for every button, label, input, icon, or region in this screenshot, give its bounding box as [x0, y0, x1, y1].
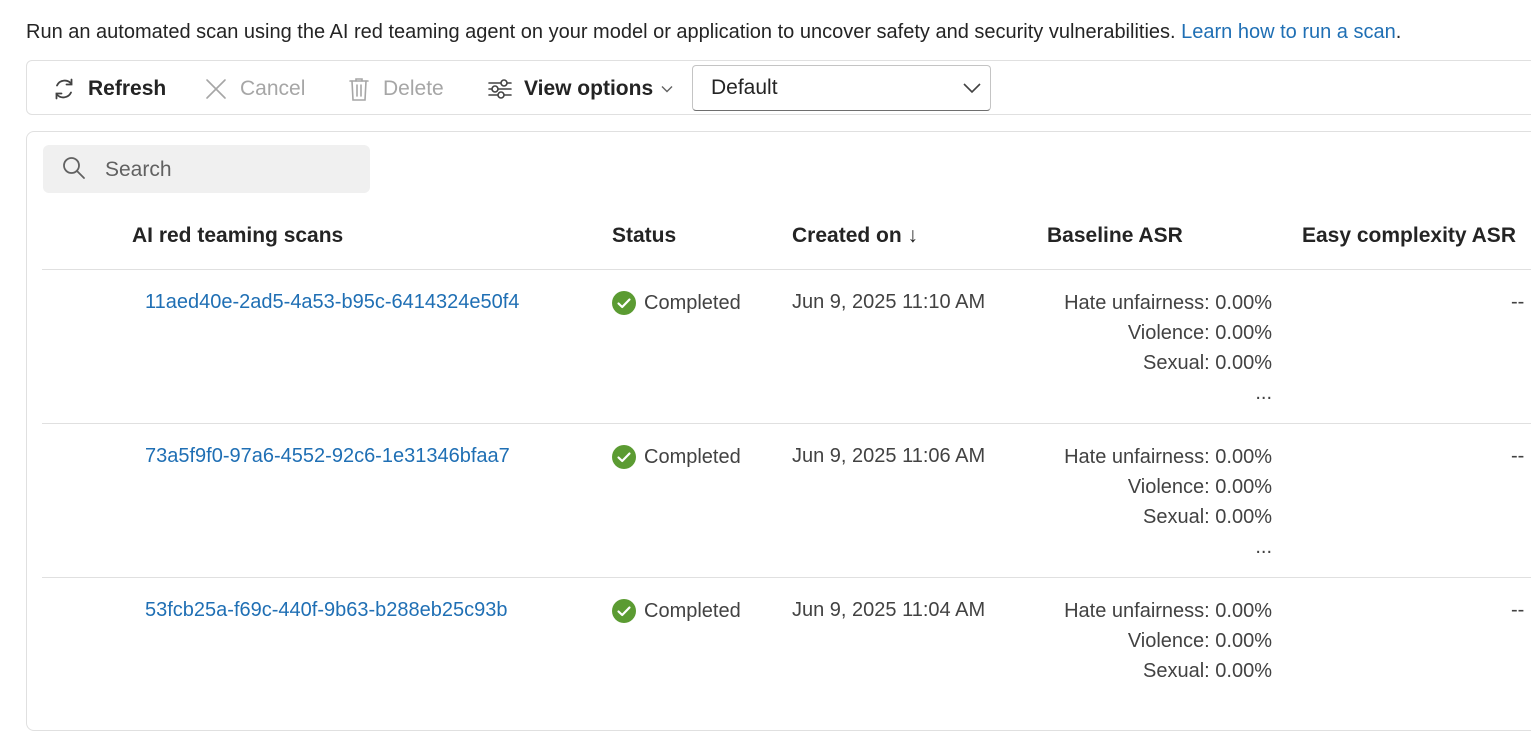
created-on-cell: Jun 9, 2025 11:10 AM [792, 291, 986, 313]
scan-name-link[interactable]: 11aed40e-2ad5-4a53-b95c-6414324e50f4 [145, 291, 519, 314]
sliders-icon [487, 76, 513, 102]
asr-more[interactable]: ... [1064, 378, 1272, 408]
asr-violence: Violence: 0.00% [1127, 630, 1272, 652]
learn-more-link[interactable]: Learn how to run a scan [1181, 21, 1396, 43]
delete-label: Delete [383, 76, 444, 100]
chevron-down-icon [962, 79, 982, 103]
column-header-name[interactable]: AI red teaming scans [132, 224, 343, 248]
view-options-button[interactable]: View options [487, 61, 673, 116]
refresh-icon [51, 76, 77, 102]
easy-asr-cell: -- [1511, 291, 1525, 313]
scan-name-link[interactable]: 53fcb25a-f69c-440f-9b63-b288eb25c93b [145, 599, 508, 622]
status-label: Completed [644, 291, 741, 314]
asr-hate-unfairness: Hate unfairness: 0.00% [1064, 292, 1272, 314]
view-select-dropdown[interactable]: Default [692, 65, 991, 111]
table-row[interactable]: 73a5f9f0-97a6-4552-92c6-1e31346bfaa7 Com… [42, 423, 1531, 578]
table-row[interactable]: 53fcb25a-f69c-440f-9b63-b288eb25c93b Com… [42, 577, 1531, 732]
scan-name-link[interactable]: 73a5f9f0-97a6-4552-92c6-1e31346bfaa7 [145, 445, 510, 468]
asr-sexual: Sexual: 0.00% [1143, 352, 1272, 374]
command-bar: Refresh Cancel Delete View options Defau… [26, 60, 1531, 115]
column-header-created[interactable]: Created on ↓ [792, 224, 918, 248]
baseline-asr-cell: Hate unfairness: 0.00% Violence: 0.00% S… [1064, 442, 1272, 562]
chevron-down-icon [661, 85, 673, 93]
asr-hate-unfairness: Hate unfairness: 0.00% [1064, 446, 1272, 468]
status-label: Completed [644, 599, 741, 622]
column-header-easy-asr[interactable]: Easy complexity ASR [1302, 224, 1516, 248]
check-circle-icon [612, 599, 636, 623]
table-row[interactable]: 11aed40e-2ad5-4a53-b95c-6414324e50f4 Com… [42, 269, 1531, 424]
status-cell: Completed [612, 291, 741, 315]
view-options-label: View options [524, 76, 654, 100]
column-header-status[interactable]: Status [612, 224, 676, 248]
check-circle-icon [612, 291, 636, 315]
status-cell: Completed [612, 599, 741, 623]
description-period: . [1395, 21, 1402, 43]
created-on-cell: Jun 9, 2025 11:06 AM [792, 445, 986, 467]
asr-violence: Violence: 0.00% [1127, 476, 1272, 498]
description-text: Run an automated scan using the AI red t… [26, 21, 1176, 43]
baseline-asr-cell: Hate unfairness: 0.00% Violence: 0.00% S… [1064, 596, 1272, 686]
view-select-value: Default [711, 76, 778, 99]
search-icon [62, 156, 86, 185]
easy-asr-cell: -- [1511, 445, 1525, 467]
status-label: Completed [644, 445, 741, 468]
column-header-baseline-asr[interactable]: Baseline ASR [1047, 224, 1183, 248]
asr-sexual: Sexual: 0.00% [1143, 506, 1272, 528]
status-cell: Completed [612, 445, 741, 469]
created-on-cell: Jun 9, 2025 11:04 AM [792, 599, 986, 621]
trash-icon [346, 76, 372, 102]
cancel-button[interactable]: Cancel [203, 61, 305, 116]
asr-violence: Violence: 0.00% [1127, 322, 1272, 344]
asr-sexual: Sexual: 0.00% [1143, 660, 1272, 682]
delete-button[interactable]: Delete [346, 61, 444, 116]
easy-asr-cell: -- [1511, 599, 1525, 621]
search-input[interactable] [103, 145, 357, 195]
baseline-asr-cell: Hate unfairness: 0.00% Violence: 0.00% S… [1064, 288, 1272, 408]
asr-hate-unfairness: Hate unfairness: 0.00% [1064, 600, 1272, 622]
refresh-button[interactable]: Refresh [51, 61, 166, 116]
asr-more[interactable]: ... [1064, 532, 1272, 562]
refresh-label: Refresh [88, 76, 167, 100]
check-circle-icon [612, 445, 636, 469]
search-box[interactable] [43, 145, 370, 195]
cancel-label: Cancel [240, 76, 306, 100]
close-icon [203, 76, 229, 102]
page-description: Run an automated scan using the AI red t… [26, 18, 1401, 46]
